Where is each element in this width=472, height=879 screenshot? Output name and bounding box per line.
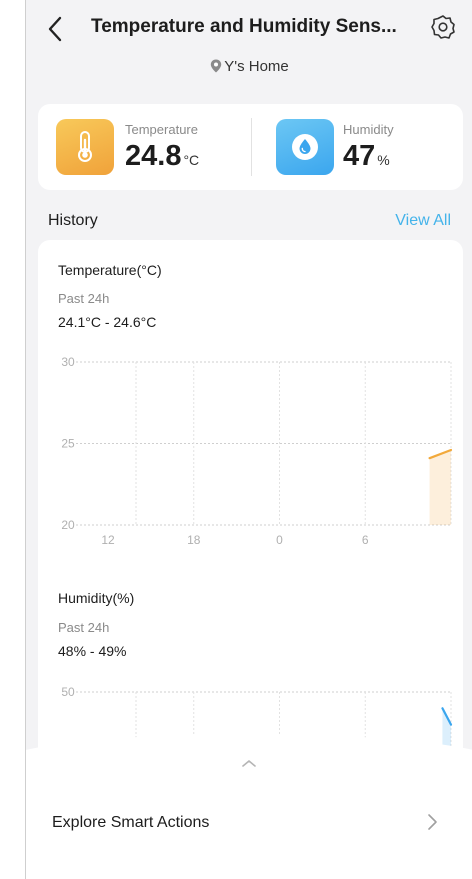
temperature-value: 24.8 °C — [125, 140, 199, 173]
gear-icon[interactable] — [430, 14, 456, 40]
location-name: Y's Home — [224, 58, 289, 75]
temperature-unit: °C — [183, 152, 200, 168]
card-divider — [251, 118, 252, 176]
x-tick-label: 0 — [276, 533, 283, 547]
humidity-chart-period: Past 24h — [58, 620, 110, 635]
explore-smart-actions-label: Explore Smart Actions — [52, 814, 210, 831]
history-heading: History — [48, 212, 98, 229]
humidity-number: 47 — [343, 140, 376, 172]
location-label[interactable]: Y's Home — [26, 58, 472, 75]
header: Temperature and Humidity Sens... Y's Hom… — [26, 0, 472, 92]
humidity-tile — [276, 119, 334, 175]
humidity-label: Humidity — [343, 122, 394, 137]
history-card[interactable]: Temperature(°C) Past 24h 24.1°C - 24.6°C… — [38, 240, 463, 800]
x-tick-label: 18 — [187, 533, 201, 547]
temperature-chart-period: Past 24h — [58, 291, 110, 306]
temperature-number: 24.8 — [125, 140, 182, 172]
y-tick-label: 20 — [61, 518, 75, 532]
humidity-chart-range: 48% - 49% — [58, 643, 127, 659]
current-readings-card: Temperature 24.8 °C Humidity 47% — [38, 104, 463, 190]
page-title: Temperature and Humidity Sens... — [91, 16, 397, 37]
temperature-label: Temperature — [125, 122, 198, 137]
x-tick-label: 6 — [362, 533, 369, 547]
y-tick-label: 30 — [61, 355, 75, 369]
temperature-chart-title: Temperature(°C) — [58, 262, 162, 278]
location-pin-icon — [211, 59, 222, 73]
series-area — [429, 450, 451, 525]
back-icon[interactable] — [46, 14, 66, 44]
chevron-right-icon — [428, 814, 437, 830]
view-all-link[interactable]: View All — [395, 212, 451, 230]
chevron-up-icon[interactable] — [240, 758, 258, 768]
humidity-chart-title: Humidity(%) — [58, 590, 135, 606]
humidity-value: 47% — [343, 140, 390, 173]
explore-smart-actions-row[interactable]: Explore Smart Actions — [26, 794, 472, 850]
app-screen: Temperature and Humidity Sens... Y's Hom… — [25, 0, 472, 879]
x-tick-label: 12 — [101, 533, 115, 547]
thermometer-icon — [78, 131, 92, 162]
temperature-chart: 30 25 20 12 18 0 6 — [61, 355, 453, 547]
temperature-tile — [56, 119, 114, 175]
temperature-chart-range: 24.1°C - 24.6°C — [58, 314, 157, 330]
y-tick-label: 25 — [61, 437, 75, 451]
y-tick-label: 50 — [61, 685, 75, 699]
bottom-sheet: Explore Smart Actions — [26, 734, 472, 879]
humidity-unit: % — [377, 152, 390, 168]
water-drop-icon — [292, 134, 318, 160]
